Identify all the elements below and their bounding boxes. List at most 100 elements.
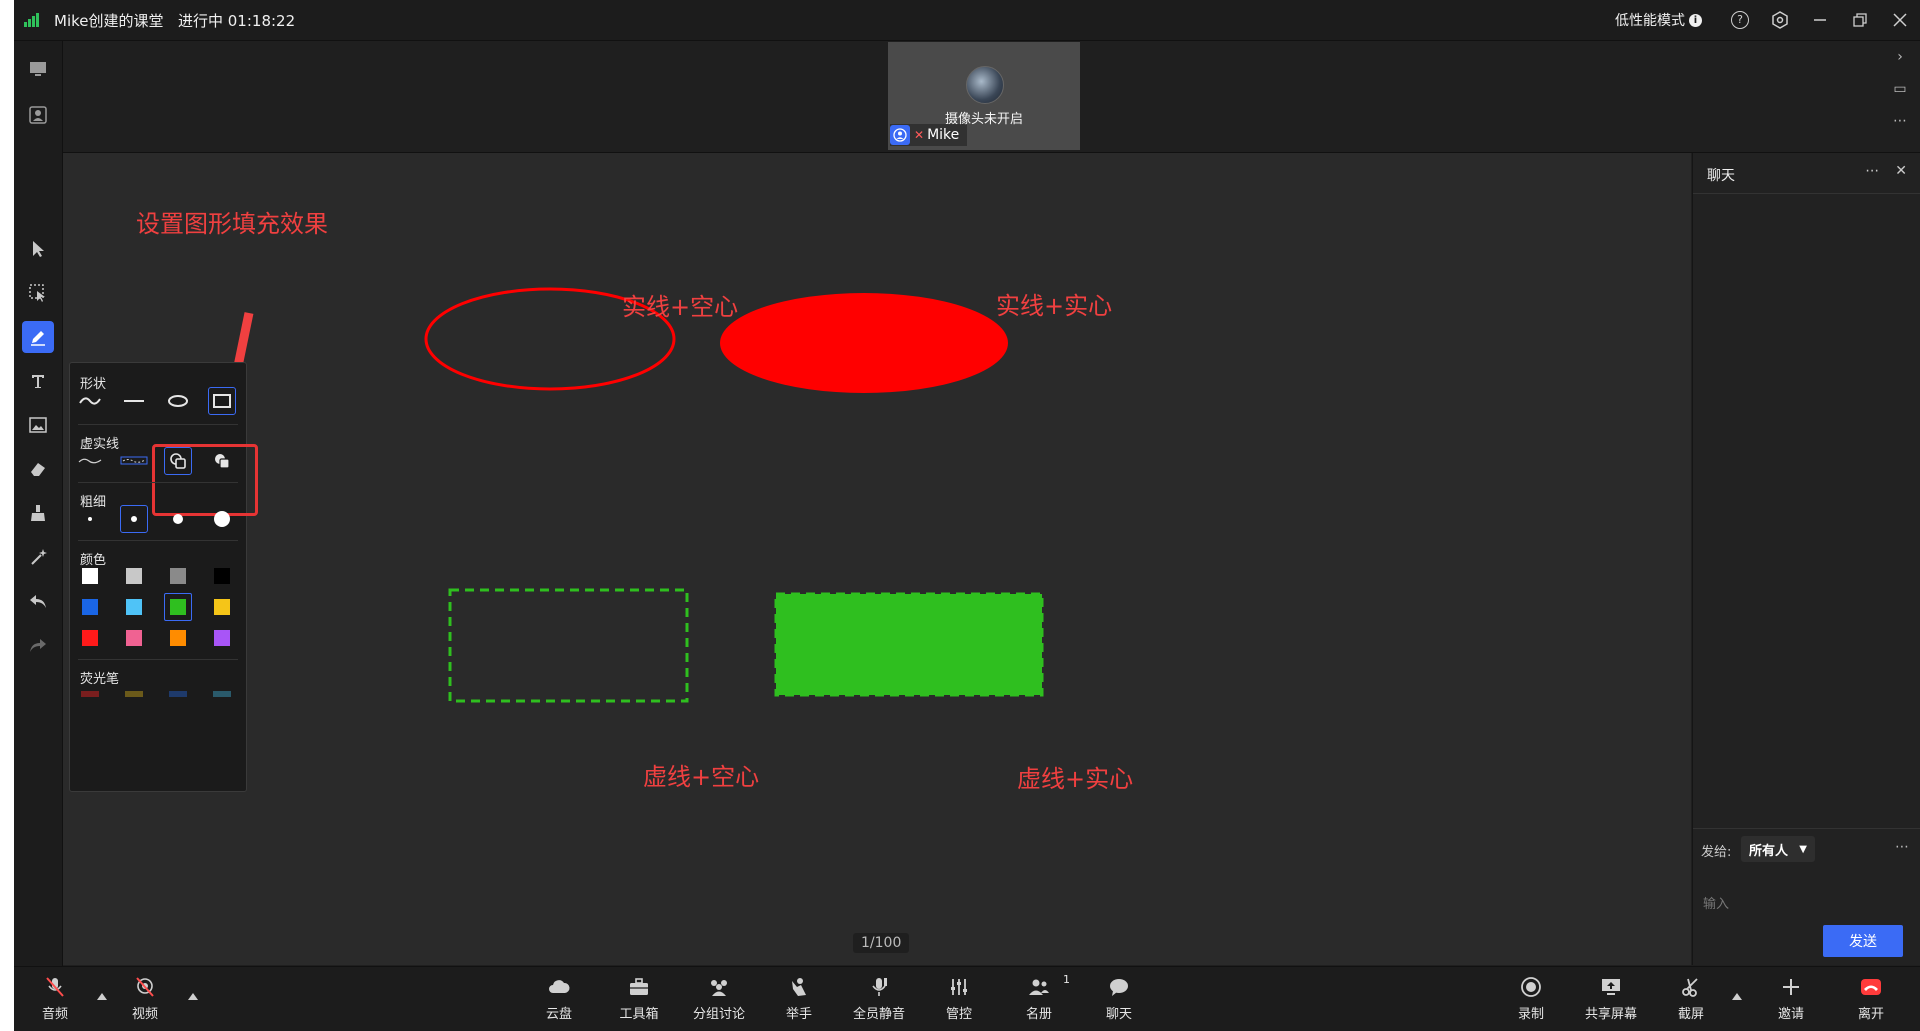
minimize-button[interactable]: [1800, 0, 1840, 40]
magic-wand-icon: [31, 549, 47, 565]
board-drawings: [213, 287, 1044, 703]
control-label: 管控: [945, 1007, 972, 1022]
invite-button[interactable]: 邀请: [1759, 975, 1823, 1027]
screenshot-button[interactable]: 截屏: [1659, 975, 1723, 1027]
color-swatch[interactable]: [82, 599, 98, 615]
minimize-icon: [1814, 19, 1826, 21]
info-icon[interactable]: i: [1689, 13, 1702, 27]
video-button[interactable]: 视频: [113, 975, 177, 1027]
audio-caret-icon[interactable]: [97, 993, 107, 1000]
user-icon: [890, 125, 910, 145]
ellipse-shape[interactable]: [164, 387, 192, 415]
color-swatch[interactable]: [126, 599, 142, 615]
undo-button[interactable]: [22, 585, 54, 617]
label-dashed-hollow: 虚线+空心: [643, 763, 760, 791]
toolbox-icon: [630, 978, 648, 995]
cloud-label: 云盘: [545, 1007, 572, 1022]
line-shape[interactable]: [120, 387, 148, 415]
share-screen-label: 共享屏幕: [1584, 1007, 1637, 1022]
select-tool[interactable]: [22, 233, 54, 265]
toolbox-button[interactable]: 工具箱: [607, 975, 671, 1027]
color-swatch[interactable]: [214, 568, 230, 584]
mute-all-button[interactable]: 全员静音: [847, 975, 911, 1027]
rect-shape[interactable]: [208, 387, 236, 415]
class-status: 进行中 01:18:22: [178, 12, 296, 30]
help-button[interactable]: ?: [1720, 0, 1760, 40]
breakout-button[interactable]: 分组讨论: [687, 975, 751, 1027]
highlighter-swatch[interactable]: [169, 691, 187, 697]
color-swatch[interactable]: [214, 599, 230, 615]
send-to-bar: 发给: 所有人 ▼ ⋯: [1693, 828, 1920, 869]
mic-off-icon: [46, 977, 64, 997]
leave-button[interactable]: 离开: [1839, 975, 1903, 1027]
thickness-1[interactable]: [76, 505, 104, 533]
record-button[interactable]: 录制: [1499, 975, 1563, 1027]
more-icon[interactable]: ⋯: [1890, 113, 1910, 145]
highlighter-swatch[interactable]: [213, 691, 231, 697]
more-icon[interactable]: ⋯: [1865, 163, 1879, 179]
text-tool[interactable]: [22, 365, 54, 397]
person-frame-icon: [29, 106, 47, 124]
color-swatch[interactable]: [126, 630, 142, 646]
roster-label: 名册: [1025, 1007, 1052, 1022]
redo-button[interactable]: [22, 629, 54, 661]
clear-tool[interactable]: [22, 497, 54, 529]
highlighter-swatch[interactable]: [81, 691, 99, 697]
record-icon: [1521, 977, 1541, 997]
thickness-3[interactable]: [164, 505, 192, 533]
send-button[interactable]: 发送: [1823, 925, 1903, 957]
control-button[interactable]: 管控: [927, 975, 991, 1027]
plus-icon: [1783, 979, 1799, 995]
color-swatch[interactable]: [214, 630, 230, 646]
mic-icon: [872, 978, 887, 996]
low-perf-mode[interactable]: 低性能模式 i: [1615, 10, 1702, 30]
color-swatch[interactable]: [82, 568, 98, 584]
audio-button[interactable]: 音频: [23, 975, 87, 1027]
color-swatch[interactable]: [126, 568, 142, 584]
cursor-icon: [33, 241, 44, 257]
roster-button[interactable]: 名册: [1007, 975, 1071, 1027]
color-swatch[interactable]: [170, 568, 186, 584]
close-window-button[interactable]: [1880, 0, 1920, 40]
chat-button[interactable]: 聊天: [1087, 975, 1151, 1027]
rect-dashed-filled[interactable]: [774, 592, 1044, 697]
video-caret-icon[interactable]: [188, 993, 198, 1000]
raise-hand-button[interactable]: 举手: [767, 975, 831, 1027]
ellipse-solid-filled[interactable]: [720, 293, 1008, 393]
restore-button[interactable]: [1840, 0, 1880, 40]
settings-button[interactable]: [1760, 0, 1800, 40]
recipient-select[interactable]: 所有人 ▼: [1741, 836, 1815, 862]
ellipse-icon: [168, 395, 188, 407]
collapse-arrow-icon[interactable]: ›: [1890, 49, 1910, 81]
thickness-2[interactable]: [120, 505, 148, 533]
laser-tool[interactable]: [22, 541, 54, 573]
close-icon: [1893, 13, 1907, 27]
color-swatch[interactable]: [170, 630, 186, 646]
pip-icon[interactable]: ▭: [1890, 81, 1910, 113]
thickness-4[interactable]: [208, 505, 236, 533]
caret-down-icon: ▼: [1799, 843, 1807, 855]
rect-dashed-hollow[interactable]: [448, 588, 689, 703]
undo-icon: [30, 595, 46, 608]
chat-options-icon[interactable]: ⋯: [1895, 839, 1909, 855]
pen-tool[interactable]: [22, 321, 54, 353]
image-tool[interactable]: [22, 409, 54, 441]
screenshot-caret-icon[interactable]: [1732, 993, 1742, 1000]
video-tile[interactable]: 摄像头未开启 ✕ Mike: [888, 42, 1080, 150]
layout-button[interactable]: [22, 53, 54, 85]
pen-icon: [31, 331, 45, 346]
group-icon: [711, 980, 727, 996]
cloud-button[interactable]: 云盘: [527, 975, 591, 1027]
focus-button[interactable]: [22, 99, 54, 131]
area-select-tool[interactable]: [22, 277, 54, 309]
eraser-tool[interactable]: [22, 453, 54, 485]
freehand-shape[interactable]: [76, 387, 104, 415]
close-icon[interactable]: ✕: [1895, 163, 1907, 179]
highlighter-swatch[interactable]: [125, 691, 143, 697]
share-screen-button[interactable]: 共享屏幕: [1579, 975, 1643, 1027]
dashed-line-option[interactable]: [120, 447, 148, 475]
color-swatch[interactable]: [82, 630, 98, 646]
wave-icon: [79, 397, 101, 405]
whiteboard[interactable]: 设置图形填充效果 实线+空心 实线+实心 虚线+空心 虚线+实心 1/100: [63, 153, 1691, 965]
solid-line-option[interactable]: [76, 447, 104, 475]
